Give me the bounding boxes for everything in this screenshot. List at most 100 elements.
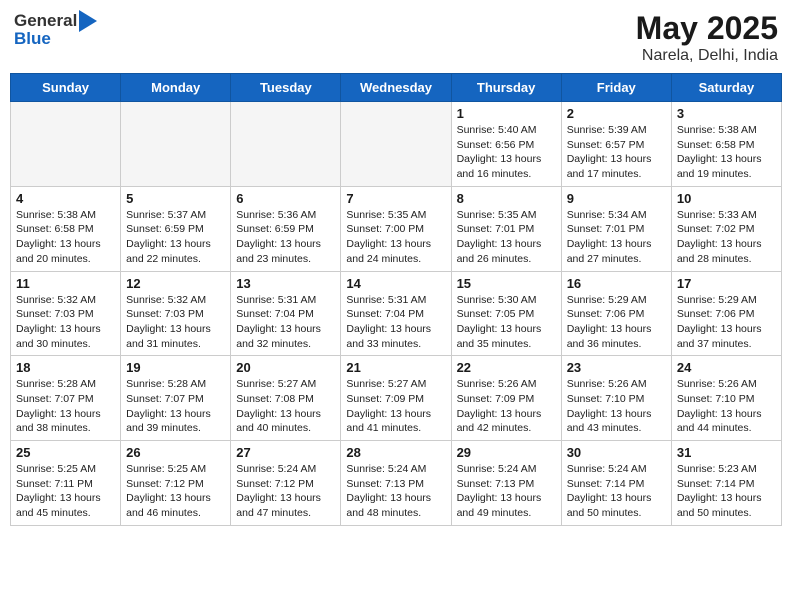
- day-number: 19: [126, 360, 225, 375]
- day-info: Sunrise: 5:38 AM Sunset: 6:58 PM Dayligh…: [16, 208, 115, 267]
- calendar-day: 29 Sunrise: 5:24 AM Sunset: 7:13 PM Dayli…: [451, 441, 561, 526]
- day-number: 17: [677, 276, 776, 291]
- day-number: 1: [457, 106, 556, 121]
- calendar-table: SundayMondayTuesdayWednesdayThursdayFrid…: [10, 73, 782, 526]
- day-info: Sunrise: 5:35 AM Sunset: 7:01 PM Dayligh…: [457, 208, 556, 267]
- calendar-day: 19 Sunrise: 5:28 AM Sunset: 7:07 PM Dayli…: [121, 356, 231, 441]
- calendar-day: [231, 102, 341, 187]
- day-number: 22: [457, 360, 556, 375]
- day-info: Sunrise: 5:26 AM Sunset: 7:10 PM Dayligh…: [567, 377, 666, 436]
- day-number: 24: [677, 360, 776, 375]
- day-number: 9: [567, 191, 666, 206]
- calendar-day: 18Sunrise: 5:28 AM Sunset: 7:07 PM Dayli…: [11, 356, 121, 441]
- day-number: 13: [236, 276, 335, 291]
- day-info: Sunrise: 5:38 AM Sunset: 6:58 PM Dayligh…: [677, 123, 776, 182]
- day-header-monday: Monday: [121, 74, 231, 102]
- day-info: Sunrise: 5:26 AM Sunset: 7:09 PM Dayligh…: [457, 377, 556, 436]
- day-info: Sunrise: 5:24 AM Sunset: 7:13 PM Dayligh…: [457, 462, 556, 521]
- day-info: Sunrise: 5:27 AM Sunset: 7:08 PM Dayligh…: [236, 377, 335, 436]
- calendar-day: 11 Sunrise: 5:32 AM Sunset: 7:03 PM Dayli…: [11, 271, 121, 356]
- calendar-day: 6 Sunrise: 5:36 AM Sunset: 6:59 PM Daylig…: [231, 186, 341, 271]
- day-info: Sunrise: 5:36 AM Sunset: 6:59 PM Dayligh…: [236, 208, 335, 267]
- day-info: Sunrise: 5:40 AM Sunset: 6:56 PM Dayligh…: [457, 123, 556, 182]
- calendar-day: 12Sunrise: 5:32 AM Sunset: 7:03 PM Dayli…: [121, 271, 231, 356]
- calendar-day: 5Sunrise: 5:37 AM Sunset: 6:59 PM Daylig…: [121, 186, 231, 271]
- calendar-day: 15 Sunrise: 5:30 AM Sunset: 7:05 PM Dayli…: [451, 271, 561, 356]
- day-number: 27: [236, 445, 335, 460]
- calendar-day: 31 Sunrise: 5:23 AM Sunset: 7:14 PM Dayli…: [671, 441, 781, 526]
- day-number: 2: [567, 106, 666, 121]
- calendar-day: 24Sunrise: 5:26 AM Sunset: 7:10 PM Dayli…: [671, 356, 781, 441]
- day-number: 11: [16, 276, 115, 291]
- calendar-day: 1 Sunrise: 5:40 AM Sunset: 6:56 PM Daylig…: [451, 102, 561, 187]
- day-number: 16: [567, 276, 666, 291]
- day-number: 28: [346, 445, 445, 460]
- day-header-saturday: Saturday: [671, 74, 781, 102]
- day-number: 6: [236, 191, 335, 206]
- calendar-week-row: 18 Sunrise: 5:28 AM Sunset: 7:07 PM Dayli…: [11, 356, 782, 441]
- calendar-day: [11, 102, 121, 187]
- day-header-wednesday: Wednesday: [341, 74, 451, 102]
- calendar-week-row: 4 Sunrise: 5:38 AM Sunset: 6:58 PM Daylig…: [11, 186, 782, 271]
- calendar-day: 22 Sunrise: 5:26 AM Sunset: 7:09 PM Dayli…: [451, 356, 561, 441]
- calendar-day: 27 Sunrise: 5:24 AM Sunset: 7:12 PM Dayli…: [231, 441, 341, 526]
- day-info: Sunrise: 5:25 AM Sunset: 7:11 PM Dayligh…: [16, 462, 115, 521]
- day-number: 4: [16, 191, 115, 206]
- calendar-day: 10Sunrise: 5:33 AM Sunset: 7:02 PM Dayli…: [671, 186, 781, 271]
- calendar-day: 21Sunrise: 5:27 AM Sunset: 7:09 PM Dayli…: [341, 356, 451, 441]
- day-info: Sunrise: 5:24 AM Sunset: 7:12 PM Dayligh…: [236, 462, 335, 521]
- day-info: Sunrise: 5:28 AM Sunset: 7:07 PM Dayligh…: [126, 377, 225, 436]
- calendar-day: 28Sunrise: 5:24 AM Sunset: 7:13 PM Dayli…: [341, 441, 451, 526]
- calendar-day: 25 Sunrise: 5:25 AM Sunset: 7:11 PM Dayli…: [11, 441, 121, 526]
- page-title: May 2025: [636, 10, 778, 47]
- calendar-day: 16 Sunrise: 5:29 AM Sunset: 7:06 PM Dayli…: [561, 271, 671, 356]
- day-info: Sunrise: 5:31 AM Sunset: 7:04 PM Dayligh…: [346, 293, 445, 352]
- day-number: 25: [16, 445, 115, 460]
- calendar-week-row: 1 Sunrise: 5:40 AM Sunset: 6:56 PM Daylig…: [11, 102, 782, 187]
- calendar-day: 4 Sunrise: 5:38 AM Sunset: 6:58 PM Daylig…: [11, 186, 121, 271]
- day-number: 26: [126, 445, 225, 460]
- day-info: Sunrise: 5:29 AM Sunset: 7:06 PM Dayligh…: [567, 293, 666, 352]
- logo-blue: Blue: [14, 29, 51, 49]
- day-number: 12: [126, 276, 225, 291]
- page-subtitle: Narela, Delhi, India: [636, 47, 778, 65]
- day-info: Sunrise: 5:31 AM Sunset: 7:04 PM Dayligh…: [236, 293, 335, 352]
- day-info: Sunrise: 5:23 AM Sunset: 7:14 PM Dayligh…: [677, 462, 776, 521]
- day-info: Sunrise: 5:35 AM Sunset: 7:00 PM Dayligh…: [346, 208, 445, 267]
- day-number: 15: [457, 276, 556, 291]
- day-number: 23: [567, 360, 666, 375]
- day-number: 3: [677, 106, 776, 121]
- day-number: 20: [236, 360, 335, 375]
- calendar-day: 9 Sunrise: 5:34 AM Sunset: 7:01 PM Daylig…: [561, 186, 671, 271]
- day-number: 18: [16, 360, 115, 375]
- day-info: Sunrise: 5:24 AM Sunset: 7:14 PM Dayligh…: [567, 462, 666, 521]
- page-header: General Blue May 2025 Narela, Delhi, Ind…: [10, 10, 782, 65]
- day-info: Sunrise: 5:37 AM Sunset: 6:59 PM Dayligh…: [126, 208, 225, 267]
- day-info: Sunrise: 5:30 AM Sunset: 7:05 PM Dayligh…: [457, 293, 556, 352]
- day-info: Sunrise: 5:39 AM Sunset: 6:57 PM Dayligh…: [567, 123, 666, 182]
- day-number: 14: [346, 276, 445, 291]
- logo: General Blue: [14, 10, 97, 49]
- day-header-tuesday: Tuesday: [231, 74, 341, 102]
- calendar-day: 30Sunrise: 5:24 AM Sunset: 7:14 PM Dayli…: [561, 441, 671, 526]
- calendar-day: 26Sunrise: 5:25 AM Sunset: 7:12 PM Dayli…: [121, 441, 231, 526]
- calendar-day: 17 Sunrise: 5:29 AM Sunset: 7:06 PM Dayli…: [671, 271, 781, 356]
- day-info: Sunrise: 5:34 AM Sunset: 7:01 PM Dayligh…: [567, 208, 666, 267]
- day-info: Sunrise: 5:33 AM Sunset: 7:02 PM Dayligh…: [677, 208, 776, 267]
- day-number: 31: [677, 445, 776, 460]
- calendar-day: 14 Sunrise: 5:31 AM Sunset: 7:04 PM Dayli…: [341, 271, 451, 356]
- logo-arrow-icon: [79, 10, 97, 32]
- day-number: 29: [457, 445, 556, 460]
- day-info: Sunrise: 5:32 AM Sunset: 7:03 PM Dayligh…: [16, 293, 115, 352]
- calendar-day: 3 Sunrise: 5:38 AM Sunset: 6:58 PM Daylig…: [671, 102, 781, 187]
- calendar-week-row: 11 Sunrise: 5:32 AM Sunset: 7:03 PM Dayli…: [11, 271, 782, 356]
- calendar-header-row: SundayMondayTuesdayWednesdayThursdayFrid…: [11, 74, 782, 102]
- calendar-day: 8Sunrise: 5:35 AM Sunset: 7:01 PM Daylig…: [451, 186, 561, 271]
- day-header-sunday: Sunday: [11, 74, 121, 102]
- calendar-day: 13 Sunrise: 5:31 AM Sunset: 7:04 PM Dayli…: [231, 271, 341, 356]
- calendar-day: 2 Sunrise: 5:39 AM Sunset: 6:57 PM Daylig…: [561, 102, 671, 187]
- day-info: Sunrise: 5:27 AM Sunset: 7:09 PM Dayligh…: [346, 377, 445, 436]
- day-number: 7: [346, 191, 445, 206]
- day-info: Sunrise: 5:29 AM Sunset: 7:06 PM Dayligh…: [677, 293, 776, 352]
- day-header-thursday: Thursday: [451, 74, 561, 102]
